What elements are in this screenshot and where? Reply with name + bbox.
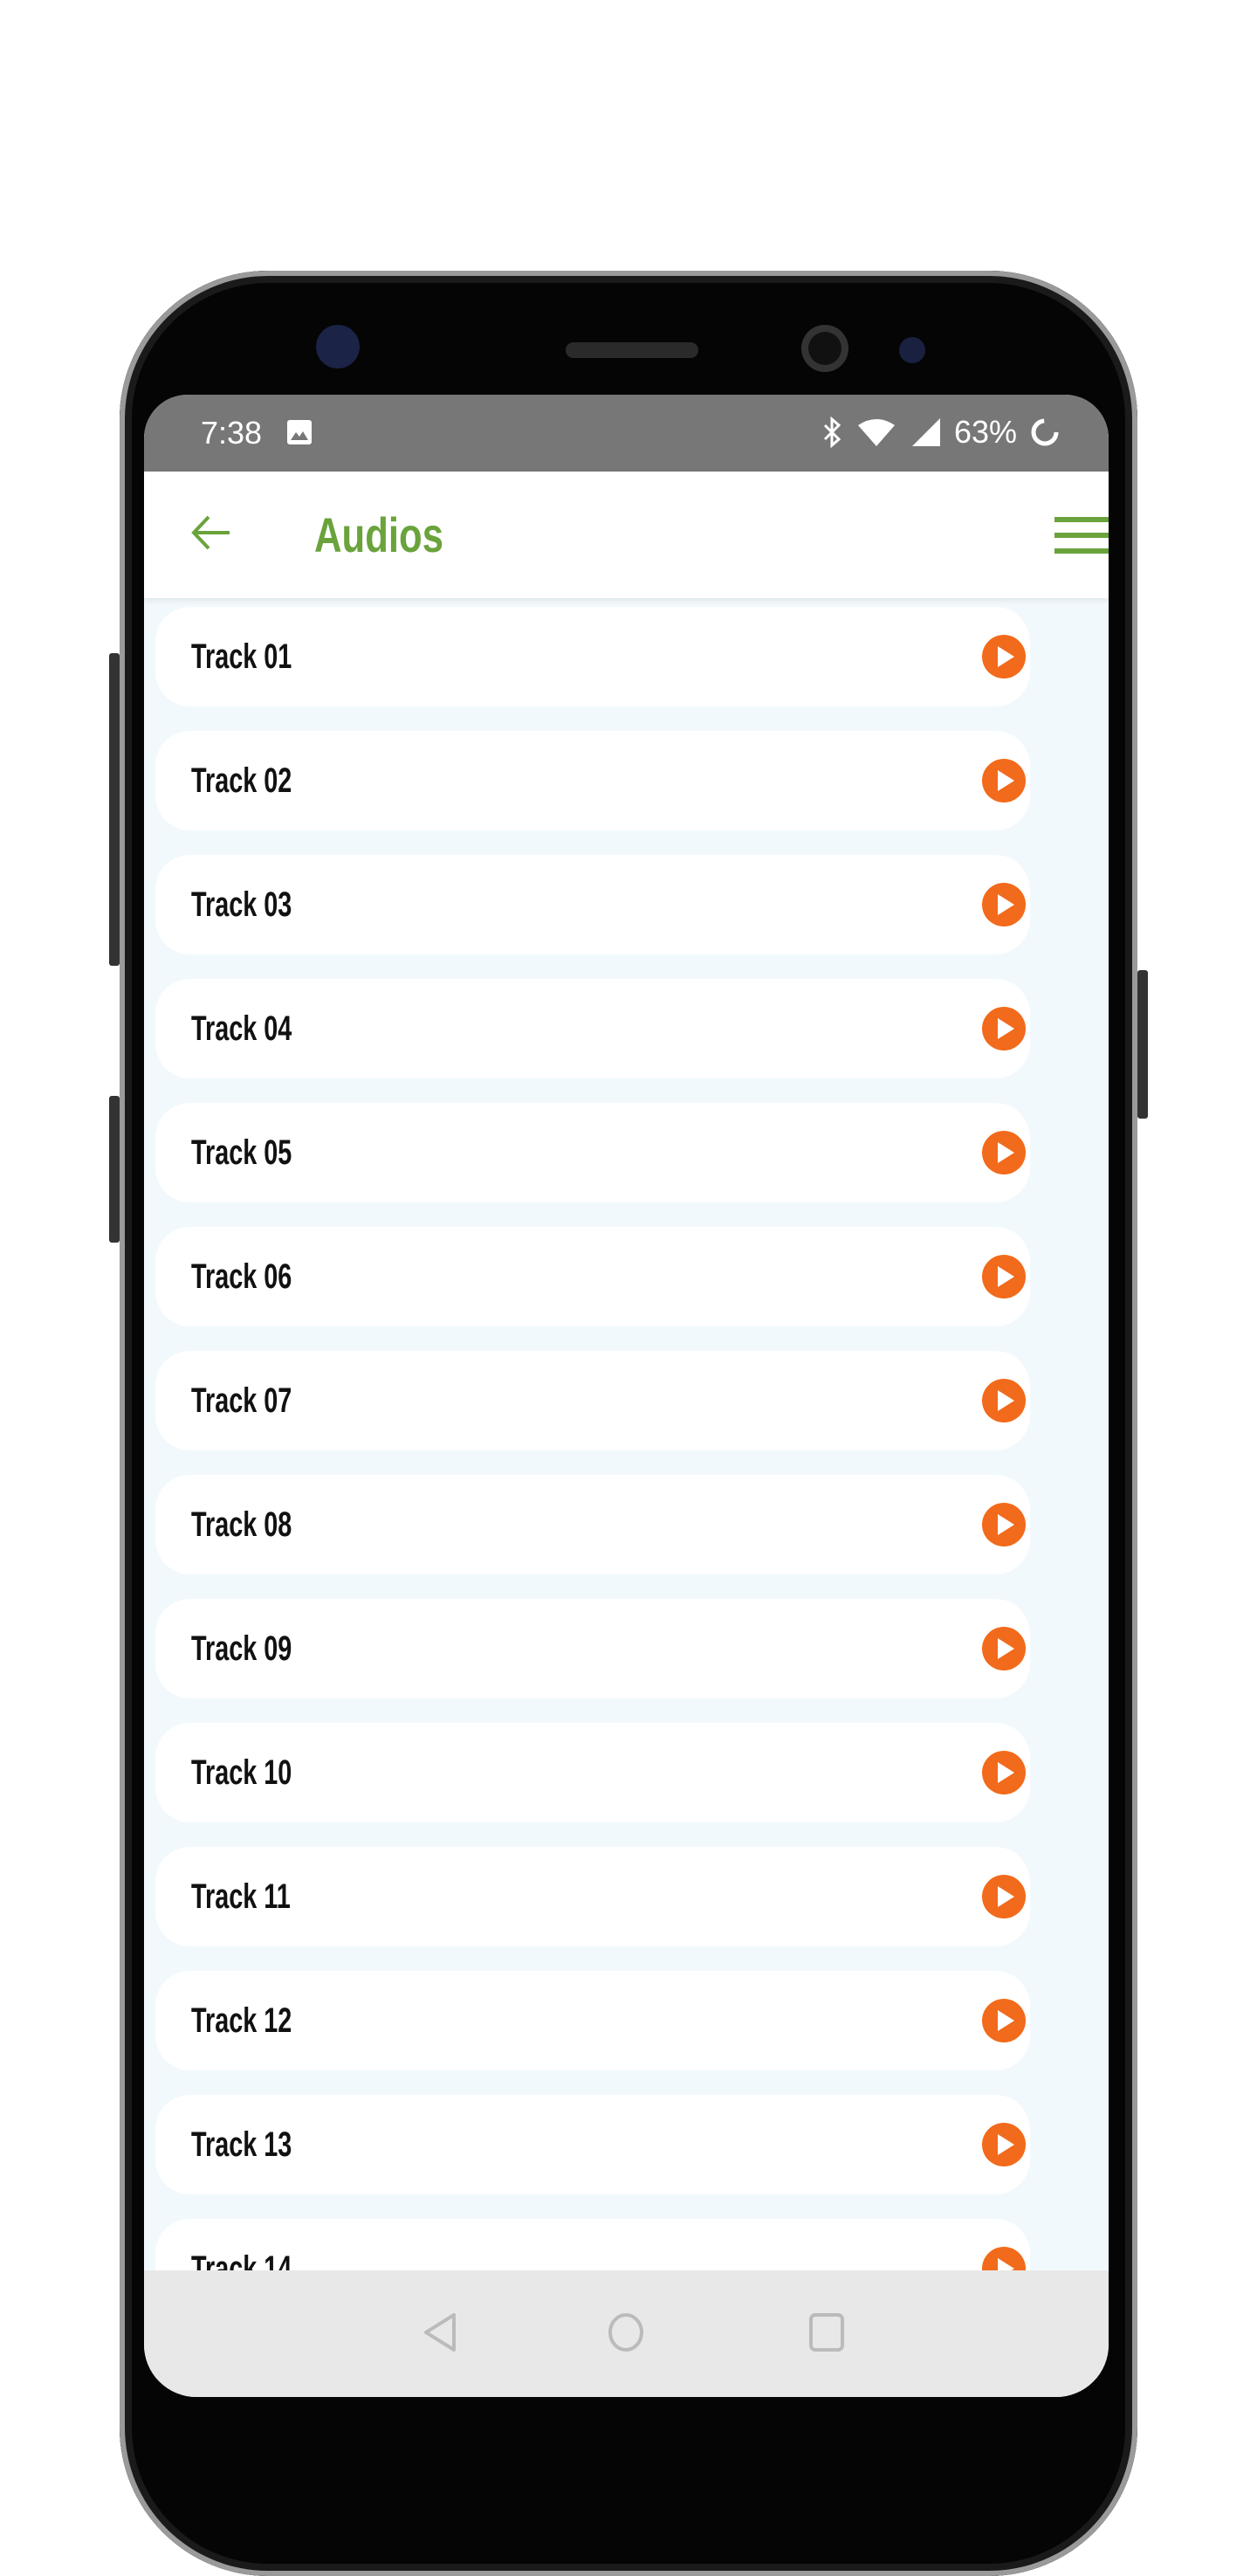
track-title: Track 01 [191, 637, 292, 676]
home-circle-icon[interactable] [604, 2310, 648, 2355]
earpiece-speaker [566, 342, 698, 358]
play-icon[interactable] [981, 882, 1027, 927]
play-icon[interactable] [981, 1998, 1027, 2043]
status-bar: 7:38 63% [144, 395, 1109, 472]
track-item[interactable]: Track 12 [155, 1971, 1030, 2070]
play-icon[interactable] [981, 1130, 1027, 1175]
front-camera [801, 325, 848, 372]
track-title: Track 07 [191, 1381, 292, 1420]
track-item[interactable]: Track 09 [155, 1599, 1030, 1698]
screen: 7:38 63% Audios Track 01 Track 02 Track 03… [144, 395, 1109, 2397]
status-time: 7:38 [201, 415, 263, 451]
play-icon[interactable] [981, 1378, 1027, 1423]
hamburger-icon[interactable] [1054, 517, 1109, 564]
play-icon[interactable] [981, 758, 1027, 803]
track-title: Track 09 [191, 1629, 292, 1668]
track-item[interactable]: Track 05 [155, 1103, 1030, 1202]
track-item[interactable]: Track 03 [155, 855, 1030, 954]
back-triangle-icon[interactable] [419, 2310, 463, 2355]
track-item[interactable]: Track 07 [155, 1351, 1030, 1450]
play-icon[interactable] [981, 2122, 1027, 2167]
play-icon[interactable] [981, 1874, 1027, 1919]
track-title: Track 02 [191, 761, 292, 800]
arrow-left-icon[interactable] [189, 513, 233, 552]
track-title: Track 12 [191, 2001, 292, 2040]
power-button [1137, 970, 1148, 1119]
battery-ring-icon [1031, 418, 1059, 446]
track-title: Track 03 [191, 885, 292, 924]
play-icon[interactable] [981, 634, 1027, 679]
wifi-icon [857, 419, 895, 446]
track-item[interactable]: Track 02 [155, 731, 1030, 830]
track-item[interactable]: Track 10 [155, 1723, 1030, 1822]
recents-square-icon[interactable] [805, 2310, 848, 2355]
track-item[interactable]: Track 01 [155, 607, 1030, 706]
play-icon[interactable] [981, 1750, 1027, 1795]
battery-percent: 63% [953, 414, 1017, 450]
track-item[interactable]: Track 13 [155, 2095, 1030, 2194]
bixby-button [109, 1096, 120, 1243]
proximity-sensor [899, 337, 925, 363]
bluetooth-icon [823, 417, 841, 448]
image-icon [287, 420, 312, 444]
track-title: Track 13 [191, 2125, 292, 2164]
app-header: Audios [144, 472, 1109, 598]
page-title: Audios [314, 507, 444, 562]
track-title: Track 08 [191, 1505, 292, 1544]
track-title: Track 10 [191, 1753, 292, 1792]
track-item[interactable]: Track 08 [155, 1475, 1030, 1574]
track-item[interactable]: Track 04 [155, 979, 1030, 1078]
volume-button [109, 653, 120, 966]
track-title: Track 05 [191, 1133, 292, 1172]
play-icon[interactable] [981, 1502, 1027, 1547]
play-icon[interactable] [981, 1254, 1027, 1299]
iris-sensor [316, 325, 360, 368]
track-item[interactable]: Track 06 [155, 1227, 1030, 1326]
track-title: Track 04 [191, 1009, 292, 1048]
navigation-bar [144, 2270, 1109, 2397]
play-icon[interactable] [981, 1006, 1027, 1051]
signal-icon [911, 418, 940, 446]
play-icon[interactable] [981, 1626, 1027, 1671]
track-item[interactable]: Track 11 [155, 1847, 1030, 1946]
track-title: Track 11 [191, 1877, 291, 1916]
track-title: Track 06 [191, 1257, 292, 1296]
